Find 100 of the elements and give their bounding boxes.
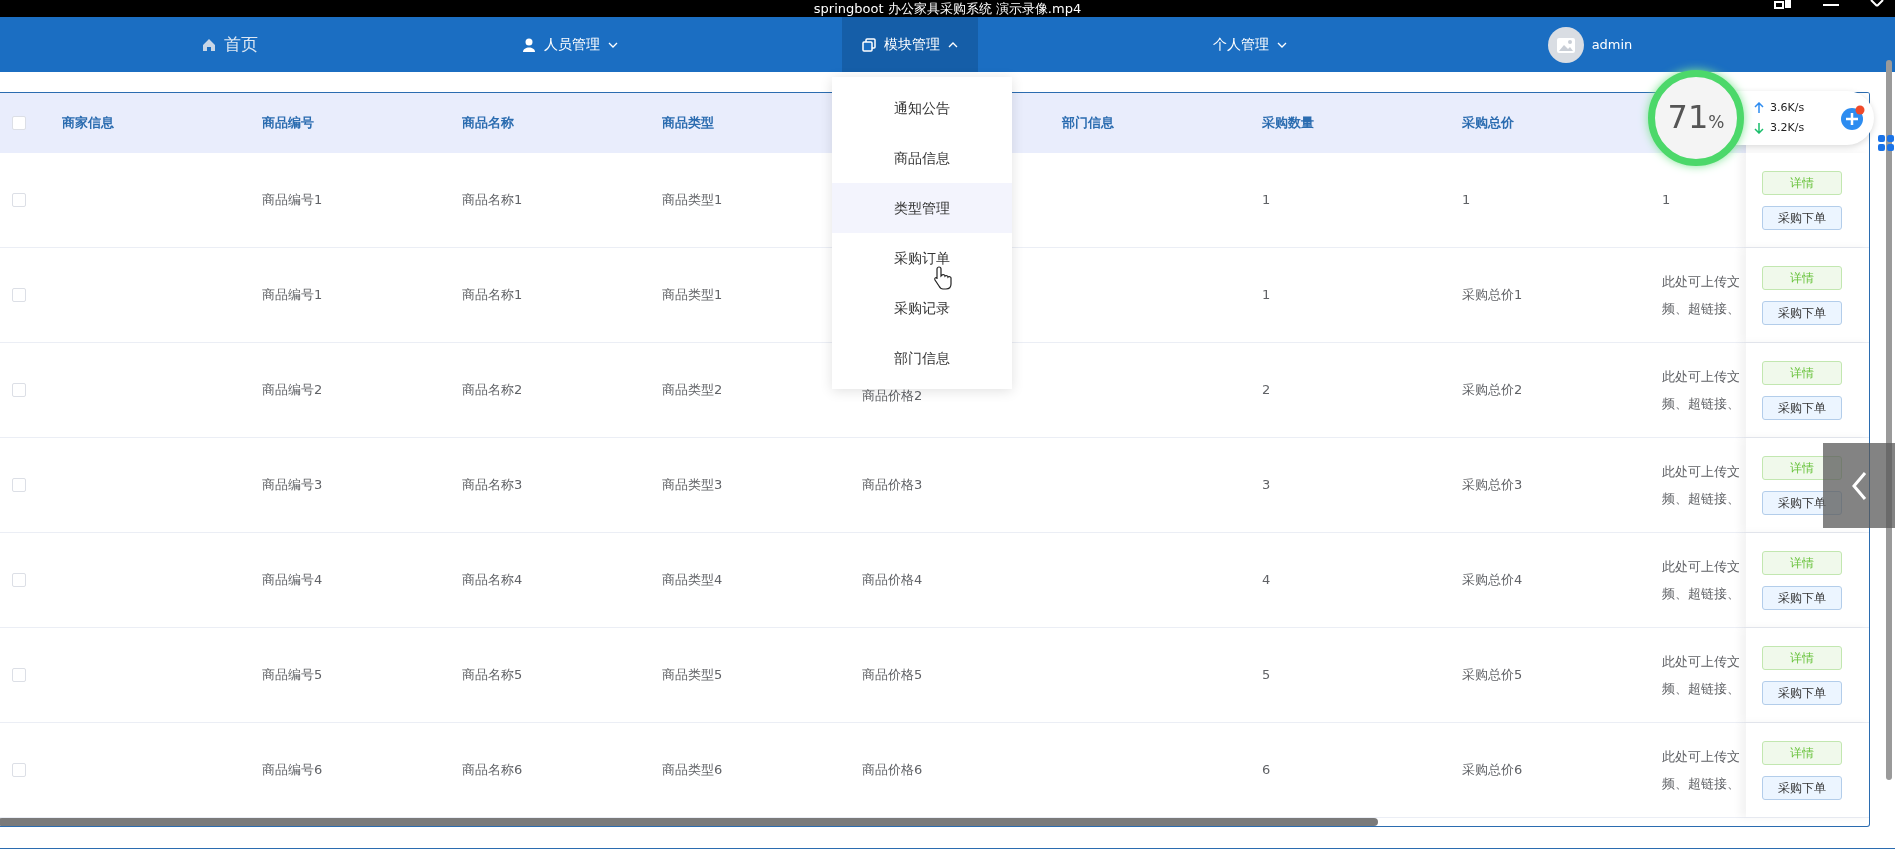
caret-down-icon — [608, 40, 618, 49]
download-speed: 3.2K/s — [1770, 120, 1806, 136]
upload-speed: 3.6K/s — [1770, 99, 1806, 116]
column-header[interactable]: 部门信息 — [1062, 113, 1114, 133]
menu-item[interactable]: 商品信息 — [832, 133, 1012, 183]
row-checkbox[interactable] — [12, 193, 26, 207]
table-cell-text: 此处可上传文 — [1662, 747, 1740, 766]
table-cell-text: 商品编号5 — [262, 666, 323, 685]
table-cell-text: 频、超链接、 — [1662, 585, 1740, 603]
order-button[interactable]: 采购下单 — [1762, 395, 1842, 420]
column-header[interactable]: 采购总价 — [1462, 113, 1514, 133]
table-cell-text: 商品类型2 — [662, 381, 723, 400]
table-cell-text: 此处可上传文 — [1662, 652, 1740, 671]
table-cell-text: 商品类型3 — [662, 476, 723, 495]
table-cell-text: 商品名称2 — [462, 381, 523, 400]
table-cell-text: 4 — [1262, 571, 1271, 590]
table-cell-text: 1 — [1262, 286, 1271, 305]
table-cell-text: 6 — [1262, 761, 1271, 780]
table-cell-text: 此处可上传文 — [1662, 367, 1740, 386]
table-cell-text: 3 — [1262, 476, 1271, 495]
table-cell-text: 商品名称3 — [462, 476, 523, 495]
nav-item[interactable]: 首页 — [182, 17, 278, 72]
column-header[interactable]: 商品编号 — [262, 113, 314, 133]
download-arrow-icon — [1754, 122, 1764, 135]
row-checkbox[interactable] — [12, 478, 26, 492]
column-header[interactable]: 商品名称 — [462, 113, 514, 133]
table-cell-text: 商品编号2 — [262, 381, 323, 400]
table-cell-text: 采购总价2 — [1462, 381, 1523, 400]
table-cell-text: 频、超链接、 — [1662, 775, 1740, 793]
nav-item[interactable]: 人员管理 — [502, 17, 638, 72]
table-cell-text: 商品价格2 — [862, 387, 923, 406]
table-cell-text: 2 — [1262, 381, 1271, 400]
grid-icon[interactable] — [1878, 135, 1894, 151]
table-cell-text: 商品编号3 — [262, 476, 323, 495]
menu-item[interactable]: 采购订单 — [832, 233, 1012, 283]
menu-item[interactable]: 采购记录 — [832, 283, 1012, 333]
table-cell-text: 频、超链接、 — [1662, 680, 1740, 698]
table-cell-text: 商品编号1 — [262, 191, 323, 210]
row-checkbox[interactable] — [12, 383, 26, 397]
table-cell-text: 商品名称4 — [462, 571, 523, 590]
column-header[interactable]: 商家信息 — [62, 113, 114, 133]
column-header[interactable]: 采购数量 — [1262, 113, 1314, 133]
row-checkbox[interactable] — [12, 573, 26, 587]
table-cell-text: 商品名称1 — [462, 286, 523, 305]
row-checkbox[interactable] — [12, 668, 26, 682]
table-cell-text: 频、超链接、 — [1662, 395, 1740, 413]
select-all-checkbox[interactable] — [12, 116, 26, 130]
table-cell-text: 商品价格4 — [862, 571, 923, 590]
video-title: springboot 办公家具采购系统 演示录像.mp4 — [813, 0, 1082, 17]
caret-up-icon — [948, 40, 958, 49]
table-cell-text: 商品编号1 — [262, 286, 323, 305]
table-cell-text: 采购总价4 — [1462, 571, 1523, 590]
chevron-left-icon — [1851, 470, 1867, 501]
menu-item[interactable]: 通知公告 — [832, 83, 1012, 133]
hand-cursor-icon — [933, 265, 953, 290]
row-checkbox[interactable] — [12, 763, 26, 777]
avatar[interactable] — [1547, 26, 1584, 63]
order-button[interactable]: 采购下单 — [1762, 205, 1842, 230]
table-cell-text: 此处可上传文 — [1662, 557, 1740, 576]
nav-item[interactable]: 个人管理 — [1193, 17, 1307, 72]
horizontal-scrollbar[interactable] — [0, 818, 1378, 826]
table-cell-text: 1 — [1262, 191, 1271, 210]
user-icon — [522, 37, 536, 52]
menu-item[interactable]: 部门信息 — [832, 333, 1012, 383]
table-cell-text: 商品类型5 — [662, 666, 723, 685]
table-cell-text: 商品编号6 — [262, 761, 323, 780]
usage-percent: 71 — [1667, 101, 1709, 133]
table-cell-text: 5 — [1262, 666, 1271, 685]
column-header[interactable]: 商品类型 — [662, 113, 714, 133]
table-cell-text: 商品类型6 — [662, 761, 723, 780]
order-button[interactable]: 采购下单 — [1762, 680, 1842, 705]
table-cell-text: 频、超链接、 — [1662, 490, 1740, 508]
copy-icon — [862, 37, 876, 52]
table-cell-text: 采购总价1 — [1462, 286, 1523, 305]
close-icon[interactable] — [1869, 0, 1885, 8]
table-cell-text: 商品名称6 — [462, 761, 523, 780]
table-cell-text: 频、超链接、 — [1662, 300, 1740, 318]
order-button[interactable]: 采购下单 — [1762, 300, 1842, 325]
menu-item[interactable]: 类型管理 — [832, 183, 1012, 233]
table-cell-text: 1 — [1462, 191, 1471, 210]
table-cell-text: 采购总价5 — [1462, 666, 1523, 685]
table-cell-text: 此处可上传文 — [1662, 462, 1740, 481]
table-cell-text: 商品类型4 — [662, 571, 723, 590]
order-button[interactable]: 采购下单 — [1762, 775, 1842, 800]
add-icon[interactable] — [1840, 105, 1866, 131]
order-button[interactable]: 采购下单 — [1762, 585, 1842, 610]
user-name[interactable]: admin — [1591, 34, 1633, 55]
table-cell-text: 采购总价6 — [1462, 761, 1523, 780]
percent-unit: % — [1708, 111, 1725, 134]
table-cell-text: 商品名称5 — [462, 666, 523, 685]
table-cell-text: 采购总价3 — [1462, 476, 1523, 495]
table-cell-text: 1 — [1662, 191, 1671, 210]
table-cell-text: 此处可上传文 — [1662, 272, 1740, 291]
table-cell-text: 商品价格6 — [862, 761, 923, 780]
row-checkbox[interactable] — [12, 288, 26, 302]
image-icon — [1555, 35, 1576, 54]
caret-down-icon — [1277, 40, 1287, 49]
nav-item[interactable]: 模块管理 — [842, 17, 978, 72]
restore-icon[interactable] — [1773, 0, 1793, 10]
table-cell-text: 商品价格3 — [862, 476, 923, 495]
